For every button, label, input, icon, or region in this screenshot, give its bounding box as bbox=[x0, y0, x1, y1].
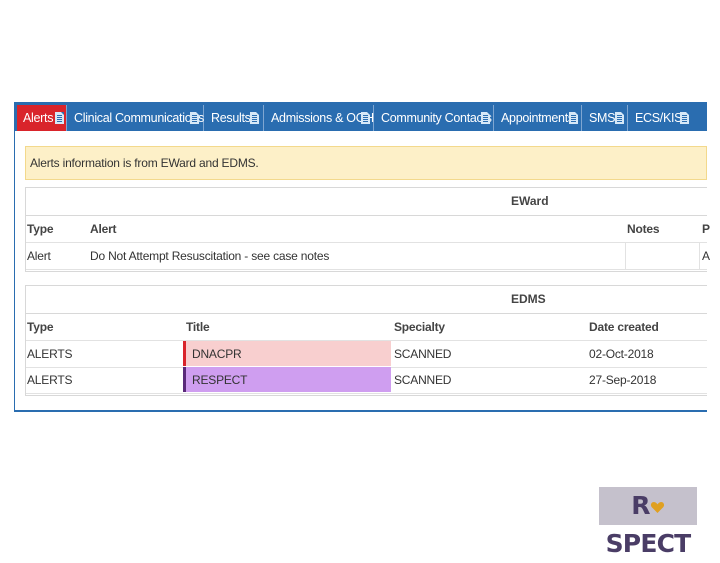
document-icon bbox=[481, 112, 490, 124]
panel-header: EWard bbox=[26, 188, 707, 216]
cell-type: Alert bbox=[27, 249, 51, 263]
table-row[interactable]: ALERTS RESPECT SCANNED 27-Sep-2018 bbox=[26, 367, 707, 394]
column-header-date-created: Date created bbox=[589, 320, 659, 334]
row-marker bbox=[183, 367, 186, 392]
tab-label: Admissions & OOH bbox=[271, 111, 374, 125]
info-banner: Alerts information is from EWard and EDM… bbox=[25, 146, 707, 180]
document-icon bbox=[615, 112, 624, 124]
document-icon bbox=[680, 112, 689, 124]
cell-type: ALERTS bbox=[27, 373, 73, 387]
cell-type: ALERTS bbox=[27, 347, 73, 361]
tab-alerts[interactable]: Alerts bbox=[17, 105, 67, 131]
logo-text-start: R bbox=[631, 491, 650, 520]
column-header-type: Type bbox=[27, 222, 54, 236]
tab-label: Appointments bbox=[501, 111, 574, 125]
eward-panel: EWard Type Alert Notes P Alert Do Not At… bbox=[25, 187, 710, 272]
tab-clinical-communications[interactable]: Clinical Communications bbox=[68, 105, 204, 131]
tab-label: Results bbox=[211, 111, 251, 125]
row-marker bbox=[183, 341, 186, 366]
cell-specialty: SCANNED bbox=[394, 347, 452, 361]
cell-title[interactable]: DNACPR bbox=[192, 341, 242, 367]
tab-appointments[interactable]: Appointments bbox=[495, 105, 582, 131]
tab-label: Alerts bbox=[23, 111, 54, 125]
cell-alert: Do Not Attempt Resuscitation - see case … bbox=[90, 249, 330, 263]
column-header-alert: Alert bbox=[90, 222, 117, 236]
heart-icon bbox=[650, 488, 665, 513]
column-divider bbox=[625, 243, 626, 269]
document-icon bbox=[569, 112, 578, 124]
tab-label: SMS bbox=[589, 111, 616, 125]
column-header-notes: Notes bbox=[627, 222, 660, 236]
cell-date-created: 27-Sep-2018 bbox=[589, 373, 657, 387]
table-header-row: Type Alert Notes P bbox=[26, 216, 710, 243]
cell-truncated: A bbox=[702, 249, 710, 263]
tab-sms[interactable]: SMS bbox=[583, 105, 628, 131]
cell-title[interactable]: RESPECT bbox=[192, 367, 247, 393]
logo-text-end: SPECT bbox=[605, 529, 692, 558]
table-header-row: Type Title Specialty Date created bbox=[26, 314, 707, 341]
table-row[interactable]: Alert Do Not Attempt Resuscitation - see… bbox=[26, 243, 710, 270]
tab-label: Community Contacts bbox=[381, 111, 492, 125]
tab-community-contacts[interactable]: Community Contacts bbox=[375, 105, 494, 131]
panel-title: EDMS bbox=[511, 292, 546, 306]
edms-panel: EDMS Type Title Specialty Date created A… bbox=[25, 285, 707, 396]
column-header-title: Title bbox=[186, 320, 210, 334]
tab-ecs-kis[interactable]: ECS/KIS bbox=[629, 105, 693, 131]
column-divider bbox=[699, 243, 700, 269]
document-icon bbox=[190, 112, 199, 124]
document-icon bbox=[361, 112, 370, 124]
document-icon bbox=[55, 112, 64, 124]
panel-header: EDMS bbox=[26, 286, 707, 314]
column-header-specialty: Specialty bbox=[394, 320, 445, 334]
tab-label: Clinical Communications bbox=[74, 111, 204, 125]
tab-results[interactable]: Results bbox=[205, 105, 264, 131]
tab-admissions-ooh[interactable]: Admissions & OOH bbox=[265, 105, 374, 131]
cell-date-created: 02-Oct-2018 bbox=[589, 347, 654, 361]
patient-record-window: Alerts Clinical Communications Results A… bbox=[14, 102, 710, 412]
document-icon bbox=[250, 112, 259, 124]
cell-specialty: SCANNED bbox=[394, 373, 452, 387]
tab-label: ECS/KIS bbox=[635, 111, 683, 125]
column-header-type: Type bbox=[27, 320, 54, 334]
table-row[interactable]: ALERTS DNACPR SCANNED 02-Oct-2018 bbox=[26, 341, 707, 368]
column-header-truncated: P bbox=[702, 222, 710, 236]
tab-bar: Alerts Clinical Communications Results A… bbox=[15, 104, 707, 131]
panel-title: EWard bbox=[511, 194, 549, 208]
respect-logo: R SPECT bbox=[599, 487, 697, 558]
